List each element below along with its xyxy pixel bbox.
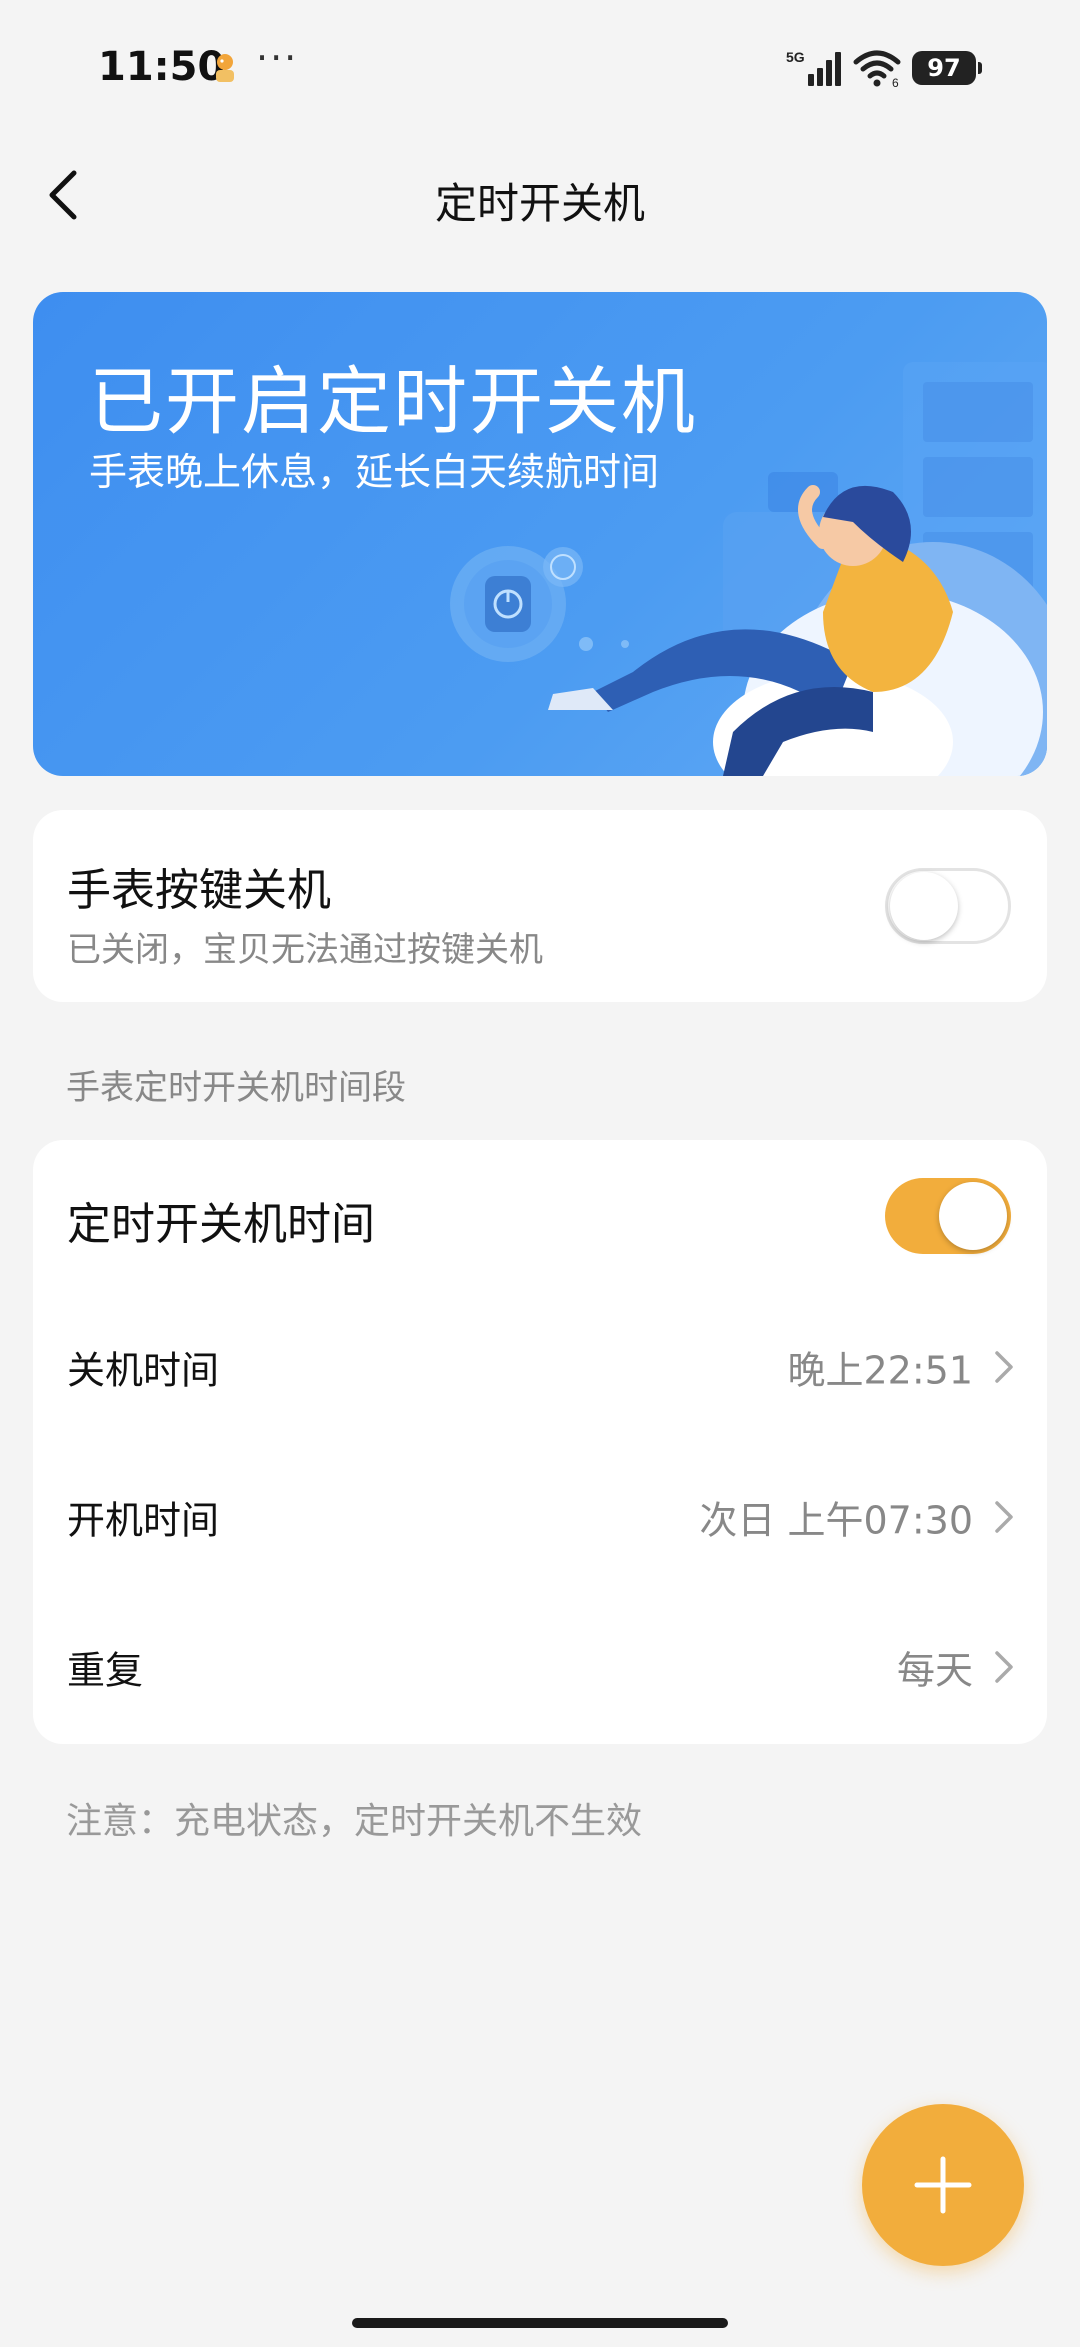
schedule-card: 定时开关机时间 关机时间 晚上22:51 开机时间 次日 上午07:30 重复 …: [33, 1140, 1047, 1744]
key-power-title: 手表按键关机: [67, 865, 331, 916]
section-label: 手表定时开关机时间段: [66, 1068, 406, 1108]
toggle-knob: [890, 872, 958, 940]
chevron-right-icon: [995, 1651, 1013, 1683]
plus-icon: [914, 2156, 972, 2214]
more-notifications-icon: ···: [256, 36, 299, 80]
shutdown-time-value: 晚上22:51: [787, 1348, 973, 1393]
charging-notice: 注意：充电状态，定时开关机不生效: [66, 1801, 643, 1842]
key-power-description: 已关闭，宝贝无法通过按键关机: [67, 930, 543, 970]
boot-time-value: 次日 上午07:30: [699, 1498, 973, 1543]
home-indicator[interactable]: [352, 2318, 728, 2328]
battery-indicator: 97: [912, 51, 982, 85]
svg-text:6: 6: [892, 76, 899, 88]
boot-time-row[interactable]: 开机时间 次日 上午07:30: [33, 1442, 1047, 1592]
chevron-right-icon: [995, 1351, 1013, 1383]
status-indicators: 5G 6 97: [786, 46, 982, 90]
banner-title: 已开启定时开关机: [89, 359, 697, 445]
schedule-toggle[interactable]: [885, 1178, 1011, 1254]
schedule-title: 定时开关机时间: [67, 1199, 375, 1250]
repeat-row[interactable]: 重复 每天: [33, 1592, 1047, 1742]
wifi-icon: 6: [853, 50, 901, 88]
toggle-knob: [939, 1182, 1007, 1250]
signal-5g-icon: 5G: [786, 49, 841, 86]
key-power-card: 手表按键关机 已关闭，宝贝无法通过按键关机: [33, 810, 1047, 1002]
status-bar: 11:50 ··· 5G 6 97: [0, 0, 1080, 140]
repeat-value: 每天: [896, 1648, 973, 1693]
svg-text:5G: 5G: [786, 49, 805, 65]
status-banner: 已开启定时开关机 手表晚上休息，延长白天续航时间: [33, 292, 1047, 776]
shutdown-time-label: 关机时间: [67, 1348, 220, 1393]
banner-subtitle: 手表晚上休息，延长白天续航时间: [89, 450, 660, 494]
key-power-toggle[interactable]: [885, 868, 1011, 944]
app-notification-icon: [210, 52, 240, 86]
nav-bar: 定时开关机: [0, 140, 1080, 250]
repeat-label: 重复: [67, 1648, 144, 1693]
add-schedule-button[interactable]: [862, 2104, 1024, 2266]
chevron-right-icon: [995, 1501, 1013, 1533]
shutdown-time-row[interactable]: 关机时间 晚上22:51: [33, 1292, 1047, 1442]
battery-level: 97: [927, 54, 961, 82]
boot-time-label: 开机时间: [67, 1498, 220, 1543]
page-title: 定时开关机: [434, 179, 645, 228]
status-time: 11:50: [98, 44, 226, 90]
